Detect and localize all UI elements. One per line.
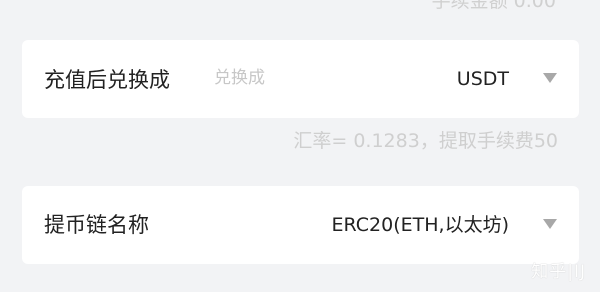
dropdown-caret-icon[interactable] xyxy=(543,219,557,229)
convert-to-selector[interactable]: 充值后兑换成 兑换成 USDT xyxy=(22,40,579,118)
top-hint-text: 手续金额 0.00 xyxy=(431,0,556,12)
chain-label: 提币链名称 xyxy=(44,213,149,237)
dropdown-caret-icon[interactable] xyxy=(543,73,557,83)
convert-label: 充值后兑换成 xyxy=(44,68,170,92)
convert-value: USDT xyxy=(456,68,509,90)
chain-value: ERC20(ETH,以太坊) xyxy=(331,214,509,236)
watermark-logo: 知乎|IJ xyxy=(531,262,586,282)
convert-placeholder: 兑换成 xyxy=(214,68,265,88)
exchange-rate-text: 汇率= 0.1283，提取手续费50 xyxy=(293,130,558,152)
chain-selector[interactable]: 提币链名称 ERC20(ETH,以太坊) xyxy=(22,186,579,264)
